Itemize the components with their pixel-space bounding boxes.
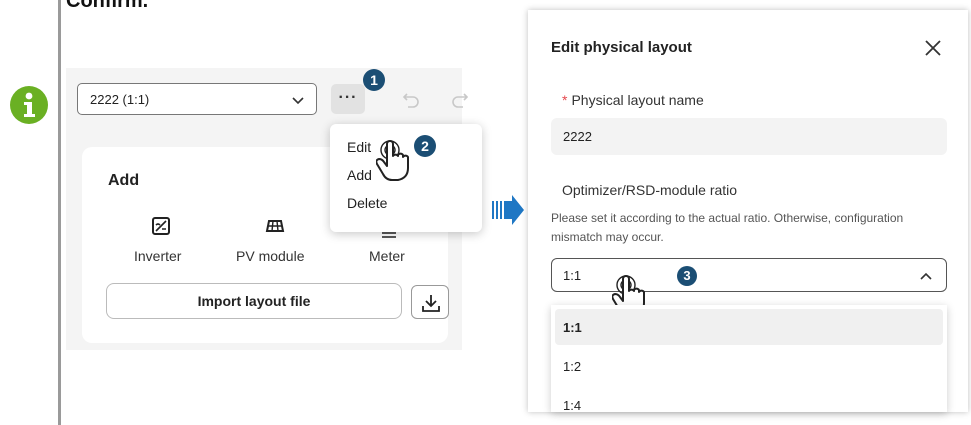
close-icon[interactable]	[924, 39, 942, 62]
menu-item-edit[interactable]: Edit	[347, 139, 371, 155]
physical-layout-name-label: * Physical layout name	[562, 92, 704, 108]
import-layout-file-button[interactable]: Import layout file	[106, 283, 402, 319]
layout-select-value: 2222 (1:1)	[90, 92, 150, 107]
chevron-down-icon	[290, 92, 306, 113]
ratio-option-label: 1:2	[563, 359, 582, 374]
confirm-instruction-text: Confirm.	[66, 0, 149, 12]
ratio-select-value: 1:1	[563, 268, 582, 283]
ratio-option-label: 1:1	[563, 320, 582, 335]
required-mark: *	[562, 92, 568, 108]
physical-layout-name-label-text: Physical layout name	[571, 92, 704, 108]
ratio-hint: Please set it according to the actual ra…	[551, 211, 904, 244]
document-margin-line	[58, 0, 61, 425]
ratio-option-label: 1:4	[563, 398, 582, 412]
add-title: Add	[108, 172, 140, 189]
inverter-icon[interactable]	[151, 216, 171, 236]
ratio-option[interactable]: 1:4	[555, 387, 943, 412]
ratio-select[interactable]: 1:1	[551, 258, 947, 292]
ratio-option[interactable]: 1:2	[555, 348, 943, 384]
physical-layout-name-input[interactable]: 2222	[551, 118, 947, 155]
layout-select[interactable]: 2222 (1:1)	[77, 83, 317, 115]
transition-arrow-icon	[492, 193, 526, 232]
menu-item-add[interactable]: Add	[347, 167, 372, 183]
dialog-title: Edit physical layout	[551, 39, 692, 56]
download-template-button[interactable]	[411, 285, 449, 319]
chevron-up-icon	[918, 268, 934, 289]
step-badge-3: 3	[677, 266, 697, 286]
redo-icon[interactable]	[449, 88, 471, 115]
info-icon	[10, 86, 48, 124]
ratio-label: Optimizer/RSD-module ratio	[562, 182, 738, 198]
step-badge-1: 1	[363, 69, 385, 91]
tap-hand-icon	[375, 138, 420, 184]
more-options-label: ···	[338, 89, 358, 106]
pv-module-icon[interactable]	[264, 216, 285, 236]
device-label-meter: Meter	[369, 248, 405, 264]
ratio-options-list: 1:1 1:2 1:4	[551, 305, 947, 412]
device-label-inverter: Inverter	[134, 248, 182, 264]
physical-layout-name-value: 2222	[563, 129, 592, 144]
undo-icon[interactable]	[400, 88, 422, 115]
ratio-option[interactable]: 1:1	[555, 309, 943, 345]
more-options-button[interactable]: ···	[331, 84, 365, 114]
download-icon	[422, 295, 440, 312]
device-label-pv-module: PV module	[236, 248, 305, 264]
menu-item-delete[interactable]: Delete	[347, 195, 387, 211]
